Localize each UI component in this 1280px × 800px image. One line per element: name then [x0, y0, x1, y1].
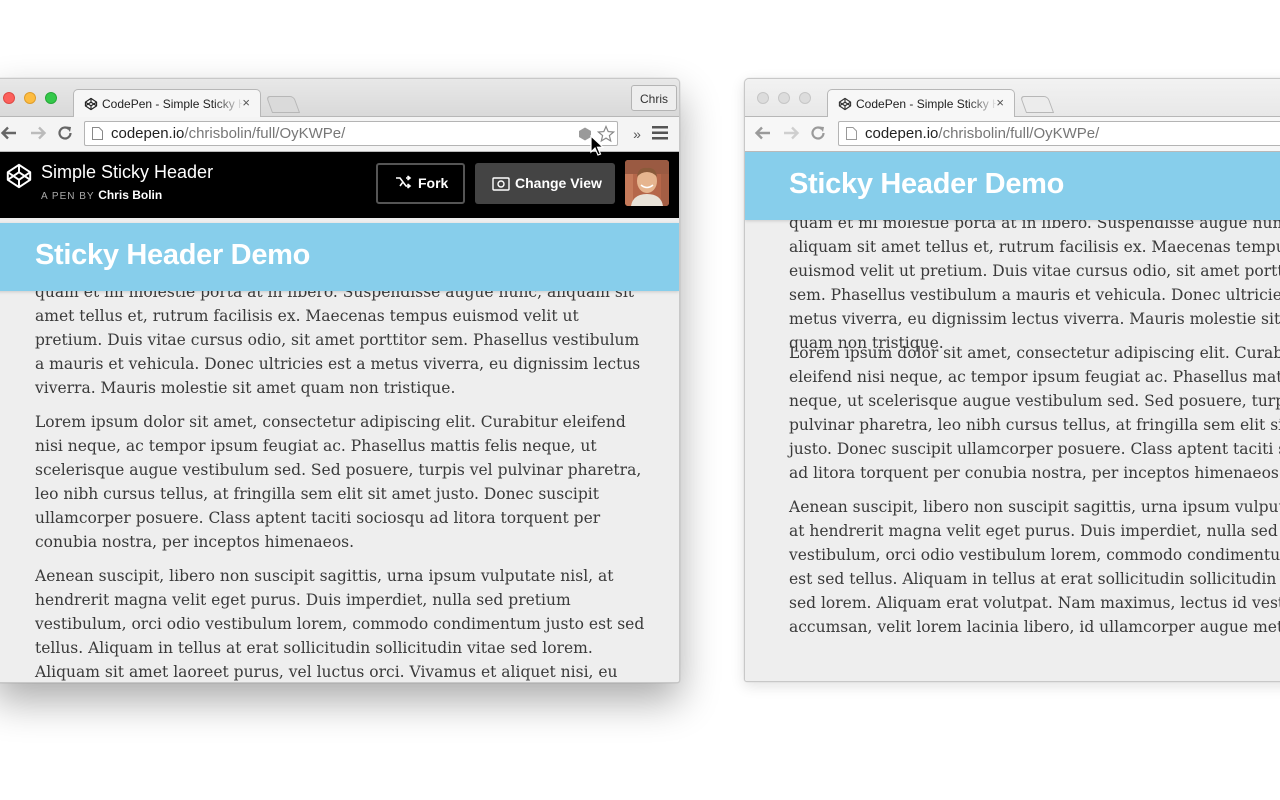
arrow-right-icon[interactable] [28, 124, 48, 144]
tab-strip: CodePen - Simple Sticky H × Chris [0, 79, 679, 117]
tab-codepen[interactable]: CodePen - Simple Sticky H × [73, 89, 261, 117]
codepen-header: Simple Sticky Header A PEN BY Chris Boli… [0, 152, 679, 218]
page-viewport[interactable]: Sticky Header Demo quam et mi molestie p… [745, 152, 1280, 681]
tab-close-icon[interactable]: × [996, 95, 1004, 110]
browser-toolbar: codepen.io/chrisbolin/full/OyKWPe/ » [0, 117, 679, 152]
zoom-window-button[interactable] [799, 92, 811, 104]
sticky-header: Sticky Header Demo [745, 152, 1280, 220]
profile-button[interactable]: Chris [631, 85, 678, 111]
new-tab-button[interactable] [265, 96, 301, 113]
reload-icon[interactable] [55, 124, 75, 144]
arrow-left-icon[interactable] [753, 124, 773, 144]
hamburger-menu-icon[interactable] [650, 124, 670, 144]
sticky-header: Sticky Header Demo [0, 223, 679, 291]
paragraph: Lorem ipsum dolor sit amet, consectetur … [35, 413, 642, 551]
arrow-right-icon[interactable] [781, 124, 801, 144]
avatar[interactable] [625, 160, 669, 206]
page-viewport[interactable]: Sticky Header Demo quam et mi molestie p… [0, 218, 679, 682]
pen-title[interactable]: Simple Sticky Header [41, 162, 213, 183]
page-icon [846, 127, 857, 140]
browser-window-active: CodePen - Simple Sticky H × Chris codepe… [0, 78, 680, 683]
new-tab-button[interactable] [1019, 96, 1055, 113]
arrow-left-icon[interactable] [0, 124, 19, 144]
browser-toolbar: codepen.io/chrisbolin/full/OyKWPe/ [745, 117, 1280, 152]
eye-icon [492, 177, 510, 191]
sticky-header-title: Sticky Header Demo [35, 239, 311, 271]
tab-strip: CodePen - Simple Sticky H × [745, 79, 1280, 117]
url-text: codepen.io/chrisbolin/full/OyKWPe/ [111, 125, 346, 142]
codepen-logo-icon [838, 97, 852, 111]
close-window-button[interactable] [3, 92, 15, 104]
paragraph: Aenean suscipit, libero non suscipit sag… [35, 567, 645, 681]
paragraph: Aenean suscipit, libero non suscipit sag… [789, 498, 1280, 636]
paragraph: quam et mi molestie porta at in libero. … [35, 283, 641, 397]
page-icon [92, 127, 103, 140]
url-text: codepen.io/chrisbolin/full/OyKWPe/ [865, 125, 1100, 142]
fork-label: Fork [418, 175, 449, 191]
fork-button[interactable]: Fork [376, 163, 465, 204]
sticky-header-title: Sticky Header Demo [789, 168, 1065, 200]
mouse-cursor-icon [590, 135, 604, 156]
paragraph: Lorem ipsum dolor sit amet, consectetur … [789, 344, 1280, 482]
codepen-logo-icon [84, 97, 98, 111]
close-window-button[interactable] [757, 92, 769, 104]
codepen-logo-icon[interactable] [5, 162, 33, 190]
reload-icon[interactable] [808, 124, 828, 144]
minimize-window-button[interactable] [778, 92, 790, 104]
pen-author[interactable]: Chris Bolin [98, 188, 162, 202]
address-bar[interactable]: codepen.io/chrisbolin/full/OyKWPe/ [838, 121, 1280, 146]
address-bar[interactable]: codepen.io/chrisbolin/full/OyKWPe/ [84, 121, 618, 146]
fork-icon [396, 175, 412, 189]
tab-codepen[interactable]: CodePen - Simple Sticky H × [827, 89, 1015, 117]
pen-author-line: A PEN BY Chris Bolin [41, 188, 162, 202]
zoom-window-button[interactable] [45, 92, 57, 104]
extensions-overflow-icon[interactable]: » [627, 124, 647, 144]
change-view-label: Change View [515, 175, 602, 191]
tab-close-icon[interactable]: × [242, 95, 250, 110]
pen-by-label: A PEN BY [41, 191, 95, 202]
browser-window-inactive: CodePen - Simple Sticky H × codepen.io/c… [744, 78, 1280, 682]
paragraph: quam et mi molestie porta at in libero. … [789, 214, 1280, 352]
change-view-button[interactable]: Change View [475, 163, 615, 204]
minimize-window-button[interactable] [24, 92, 36, 104]
